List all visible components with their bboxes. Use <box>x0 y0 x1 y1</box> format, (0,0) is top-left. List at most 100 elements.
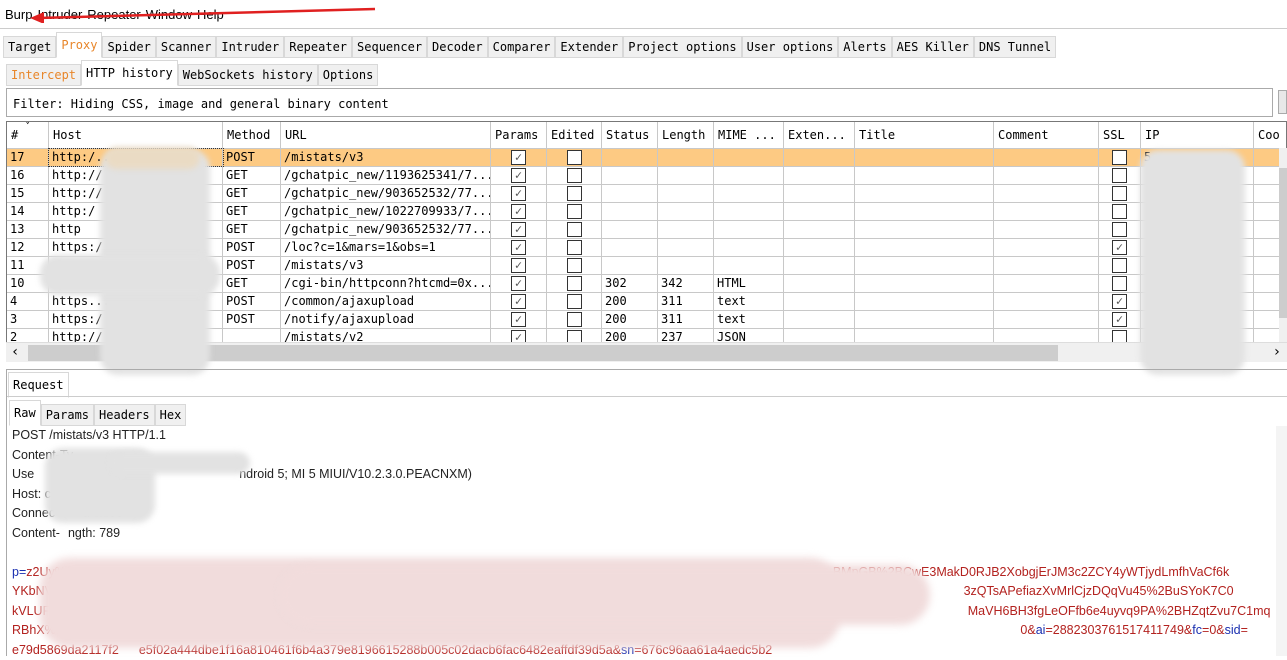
tab-http-history[interactable]: HTTP history <box>81 60 178 86</box>
edited-checkbox[interactable] <box>567 204 582 219</box>
params-checkbox[interactable]: ✓ <box>511 168 526 183</box>
ssl-checkbox[interactable]: ✓ <box>1112 240 1127 255</box>
filter-button[interactable] <box>1278 90 1287 114</box>
cell-empty <box>784 203 855 220</box>
tab-alerts[interactable]: Alerts <box>838 36 891 58</box>
tab-dns-tunnel[interactable]: DNS Tunnel <box>974 36 1056 58</box>
tab-decoder[interactable]: Decoder <box>427 36 488 58</box>
cell-status: 302 <box>602 275 658 292</box>
tab-extender[interactable]: Extender <box>555 36 623 58</box>
cell-mime: text <box>714 293 784 310</box>
tab-sequencer[interactable]: Sequencer <box>352 36 427 58</box>
edited-checkbox[interactable] <box>567 294 582 309</box>
params-checkbox[interactable]: ✓ <box>511 186 526 201</box>
scroll-thumb[interactable] <box>1279 168 1287 318</box>
params-checkbox[interactable]: ✓ <box>511 222 526 237</box>
column-header[interactable]: Title <box>855 122 994 148</box>
edited-checkbox[interactable] <box>567 276 582 291</box>
column-header[interactable]: Length <box>658 122 714 148</box>
column-header[interactable]: Params <box>491 122 547 148</box>
tab-target[interactable]: Target <box>3 36 56 58</box>
ssl-checkbox[interactable] <box>1112 186 1127 201</box>
cell-method: GET <box>223 221 281 238</box>
column-header[interactable]: Host <box>49 122 223 148</box>
edited-checkbox[interactable] <box>567 240 582 255</box>
cell-status <box>602 221 658 238</box>
ssl-checkbox[interactable] <box>1112 168 1127 183</box>
request-scrollbar[interactable] <box>1276 426 1287 656</box>
ssl-checkbox[interactable] <box>1112 150 1127 165</box>
cell-mime <box>714 239 784 256</box>
params-checkbox[interactable]: ✓ <box>511 204 526 219</box>
params-checkbox[interactable]: ✓ <box>511 240 526 255</box>
column-header[interactable]: Coo <box>1254 122 1287 148</box>
tab-scanner[interactable]: Scanner <box>156 36 217 58</box>
redaction-blur <box>105 147 200 169</box>
menu-burp[interactable]: Burp <box>5 7 32 22</box>
menu-help[interactable]: Help <box>197 7 224 22</box>
edited-checkbox[interactable] <box>567 258 582 273</box>
cell-empty <box>784 239 855 256</box>
cell-method: GET <box>223 203 281 220</box>
menu-repeater[interactable]: Repeater <box>87 7 140 22</box>
params-checkbox[interactable]: ✓ <box>511 150 526 165</box>
tab-intercept[interactable]: Intercept <box>6 64 81 86</box>
edited-checkbox[interactable] <box>567 186 582 201</box>
cell-status: 200 <box>602 311 658 328</box>
request-line: POST /mistats/v3 HTTP/1.1 <box>12 426 1270 446</box>
tab-comparer[interactable]: Comparer <box>488 36 556 58</box>
tab-raw[interactable]: Raw <box>9 400 41 426</box>
params-checkbox[interactable]: ✓ <box>511 294 526 309</box>
tab-headers[interactable]: Headers <box>94 404 155 426</box>
ssl-checkbox[interactable] <box>1112 222 1127 237</box>
params-checkbox[interactable]: ✓ <box>511 312 526 327</box>
tab-proxy[interactable]: Proxy <box>56 32 102 58</box>
column-header[interactable]: Status <box>602 122 658 148</box>
menu-window[interactable]: Window <box>146 7 192 22</box>
edited-checkbox[interactable] <box>567 150 582 165</box>
menu-bar: Burp Intruder Repeater Window Help <box>0 0 1287 29</box>
column-header[interactable]: IP <box>1141 122 1254 148</box>
ssl-checkbox[interactable] <box>1112 276 1127 291</box>
cell-empty <box>784 311 855 328</box>
cell-length: 311 <box>658 311 714 328</box>
cell-empty <box>784 257 855 274</box>
column-header[interactable]: Comment <box>994 122 1099 148</box>
cell-empty <box>855 311 994 328</box>
ssl-checkbox[interactable] <box>1112 258 1127 273</box>
edited-checkbox[interactable] <box>567 312 582 327</box>
tab-hex[interactable]: Hex <box>155 404 187 426</box>
column-header[interactable]: URL <box>281 122 491 148</box>
tab-project-options[interactable]: Project options <box>623 36 741 58</box>
menu-intruder[interactable]: Intruder <box>37 7 82 22</box>
tab-request[interactable]: Request <box>8 372 69 398</box>
scroll-left-icon[interactable]: ‹ <box>11 344 19 360</box>
column-header[interactable]: SSL <box>1099 122 1141 148</box>
tab-aes-killer[interactable]: AES Killer <box>892 36 974 58</box>
tab-repeater[interactable]: Repeater <box>284 36 352 58</box>
table-vertical-scrollbar[interactable] <box>1279 148 1287 342</box>
tab-options[interactable]: Options <box>318 64 379 86</box>
column-header[interactable]: MIME ... <box>714 122 784 148</box>
tab-spider[interactable]: Spider <box>102 36 155 58</box>
column-header[interactable]: Edited <box>547 122 602 148</box>
ssl-checkbox[interactable]: ✓ <box>1112 294 1127 309</box>
filter-bar[interactable]: Filter: Hiding CSS, image and general bi… <box>6 88 1273 117</box>
cell-method: POST <box>223 257 281 274</box>
column-header[interactable]: Method <box>223 122 281 148</box>
cell-status <box>602 167 658 184</box>
edited-checkbox[interactable] <box>567 222 582 237</box>
ssl-checkbox[interactable]: ✓ <box>1112 312 1127 327</box>
ssl-checkbox[interactable] <box>1112 204 1127 219</box>
column-header[interactable]: Exten... <box>784 122 855 148</box>
cell-length: 342 <box>658 275 714 292</box>
tab-user-options[interactable]: User options <box>742 36 839 58</box>
tab-websockets-history[interactable]: WebSockets history <box>178 64 318 86</box>
params-checkbox[interactable]: ✓ <box>511 258 526 273</box>
edited-checkbox[interactable] <box>567 168 582 183</box>
tab-intruder[interactable]: Intruder <box>216 36 284 58</box>
params-checkbox[interactable]: ✓ <box>511 276 526 291</box>
scroll-right-icon[interactable]: › <box>1273 344 1281 360</box>
cell-edited <box>547 293 602 310</box>
tab-params[interactable]: Params <box>41 404 94 426</box>
